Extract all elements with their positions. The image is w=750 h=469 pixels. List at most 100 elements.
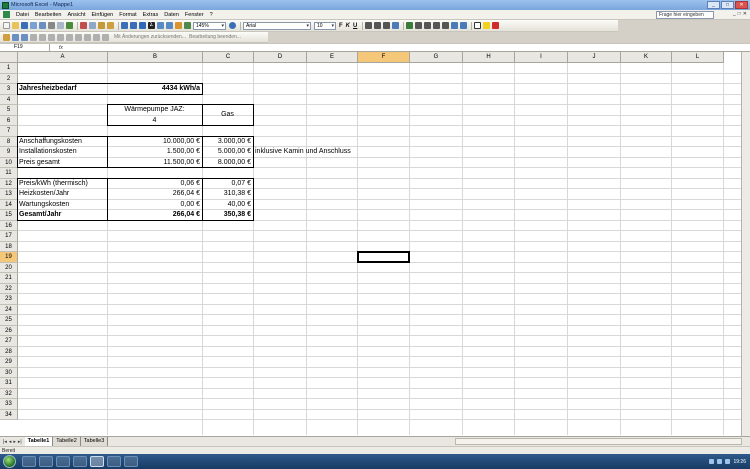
thousands-icon[interactable] (424, 22, 432, 29)
print-icon[interactable] (48, 22, 55, 29)
percent-icon[interactable] (415, 22, 423, 29)
font-name-select[interactable]: Arial (243, 21, 311, 30)
review-icon-10[interactable] (84, 33, 91, 41)
underline-button[interactable]: U (353, 23, 357, 29)
formula-input[interactable] (72, 44, 750, 52)
row-header-25[interactable]: 25 (0, 315, 18, 326)
workbook-close-icon[interactable]: ✕ (743, 11, 747, 17)
copy-icon[interactable] (89, 22, 96, 29)
ie-task-icon[interactable] (124, 456, 138, 467)
minimize-button[interactable]: _ (707, 1, 720, 9)
row-header-32[interactable]: 32 (0, 388, 18, 399)
cell-a12[interactable]: Preis/kWh (thermisch) (18, 179, 106, 190)
cell-a15[interactable]: Gesamt/Jahr (18, 210, 106, 221)
cell-c13[interactable]: 310,38 € (203, 189, 252, 200)
cell-c15[interactable]: 350,38 € (203, 210, 252, 221)
workbook-restore-icon[interactable]: □ (738, 11, 741, 17)
row-header-29[interactable]: 29 (0, 357, 18, 368)
row-header-14[interactable]: 14 (0, 199, 18, 210)
borders-icon[interactable] (474, 22, 482, 29)
cell-d9[interactable]: inklusive Kamin und Anschluss (254, 147, 404, 158)
volume-icon[interactable] (725, 459, 731, 464)
last-sheet-icon[interactable]: ▸| (18, 439, 22, 445)
row-header-5[interactable]: 5 (0, 105, 18, 116)
maximize-button[interactable]: □ (721, 1, 734, 9)
cell-b13[interactable]: 266,04 € (108, 189, 201, 200)
hyperlink-icon[interactable] (139, 22, 146, 29)
excel-task-icon[interactable] (90, 456, 104, 467)
cell-a8[interactable]: Anschaffungskosten (18, 137, 106, 148)
sheet-tab-tabelle1[interactable]: Tabelle1 (24, 437, 54, 446)
row-header-1[interactable]: 1 (0, 63, 18, 74)
mail-icon[interactable] (39, 22, 46, 29)
start-button[interactable] (3, 455, 16, 468)
row-header-34[interactable]: 34 (0, 409, 18, 420)
row-header-30[interactable]: 30 (0, 367, 18, 378)
font-color-icon[interactable] (492, 22, 500, 29)
worksheet-grid[interactable]: A B C D E F G H I J K L 1 2 3 4 5 6 7 8 9 10 11 12 13 14 15 16 17 18 1… (0, 52, 750, 436)
menu-daten[interactable]: Daten (161, 12, 182, 18)
menu-bearbeiten[interactable]: Bearbeiten (32, 12, 65, 18)
review-icon-7[interactable] (57, 33, 64, 41)
review-icon-12[interactable] (102, 33, 109, 41)
row-header-6[interactable]: 6 (0, 115, 18, 126)
vertical-scrollbar[interactable] (741, 52, 750, 436)
cell-b12[interactable]: 0,06 € (108, 179, 201, 190)
column-header-k[interactable]: K (621, 52, 672, 63)
row-header-4[interactable]: 4 (0, 94, 18, 105)
horizontal-scrollbar[interactable] (455, 438, 742, 445)
spelling-icon[interactable] (66, 22, 73, 29)
cut-icon[interactable] (80, 22, 87, 29)
column-header-e[interactable]: E (307, 52, 358, 63)
column-header-d[interactable]: D (254, 52, 307, 63)
cell-b8[interactable]: 10.000,00 € (108, 137, 201, 148)
drawing-icon[interactable] (184, 22, 191, 29)
row-header-15[interactable]: 15 (0, 210, 18, 221)
folder-task-icon[interactable] (56, 456, 70, 467)
row-header-9[interactable]: 9 (0, 147, 18, 158)
row-header-24[interactable]: 24 (0, 304, 18, 315)
align-left-icon[interactable] (365, 22, 373, 29)
column-header-g[interactable]: G (410, 52, 463, 63)
row-header-22[interactable]: 22 (0, 283, 18, 294)
next-sheet-icon[interactable]: ▸ (13, 439, 16, 445)
review-icon-2[interactable] (12, 33, 19, 41)
prev-sheet-icon[interactable]: ◂ (9, 439, 12, 445)
cell-c10[interactable]: 8.000,00 € (203, 158, 252, 169)
cell-b5[interactable]: Wärmepumpe JAZ: (108, 105, 201, 116)
function-icon[interactable]: fx (50, 45, 72, 51)
row-header-8[interactable]: 8 (0, 136, 18, 147)
cell-b6[interactable]: 4 (108, 116, 201, 127)
menu-ansicht[interactable]: Ansicht (64, 12, 88, 18)
print-preview-icon[interactable] (57, 22, 64, 29)
column-header-i[interactable]: I (515, 52, 568, 63)
undo-icon[interactable] (121, 22, 128, 29)
permission-icon[interactable] (30, 22, 37, 29)
cell-b10[interactable]: 11.500,00 € (108, 158, 201, 169)
align-center-icon[interactable] (374, 22, 382, 29)
review-icon-1[interactable] (3, 33, 10, 41)
sheet-tab-tabelle2[interactable]: Tabelle2 (53, 437, 81, 446)
cell-c9[interactable]: 5.000,00 € (203, 147, 252, 158)
cell-b14[interactable]: 0,00 € (108, 200, 201, 211)
row-header-2[interactable]: 2 (0, 73, 18, 84)
row-header-16[interactable]: 16 (0, 220, 18, 231)
review-icon-8[interactable] (66, 33, 73, 41)
tray-icon[interactable] (709, 459, 715, 464)
review-icon-4[interactable] (30, 33, 37, 41)
row-header-13[interactable]: 13 (0, 189, 18, 200)
align-right-icon[interactable] (383, 22, 391, 29)
cell-c12[interactable]: 0,07 € (203, 179, 252, 190)
sort-descending-icon[interactable] (166, 22, 173, 29)
row-header-3[interactable]: 3 (0, 84, 18, 95)
cell-a14[interactable]: Wartungskosten (18, 200, 106, 211)
review-icon-11[interactable] (93, 33, 100, 41)
bold-button[interactable]: F (339, 23, 343, 29)
app-task-icon[interactable] (73, 456, 87, 467)
end-review-button[interactable]: Bearbeitung beenden... (189, 34, 241, 40)
sheet-tab-tabelle3[interactable]: Tabelle3 (80, 437, 109, 446)
media-task-icon[interactable] (39, 456, 53, 467)
increase-decimal-icon[interactable] (433, 22, 441, 29)
workbook-minimize-icon[interactable]: _ (733, 11, 736, 17)
active-cell-cursor[interactable] (357, 251, 410, 263)
